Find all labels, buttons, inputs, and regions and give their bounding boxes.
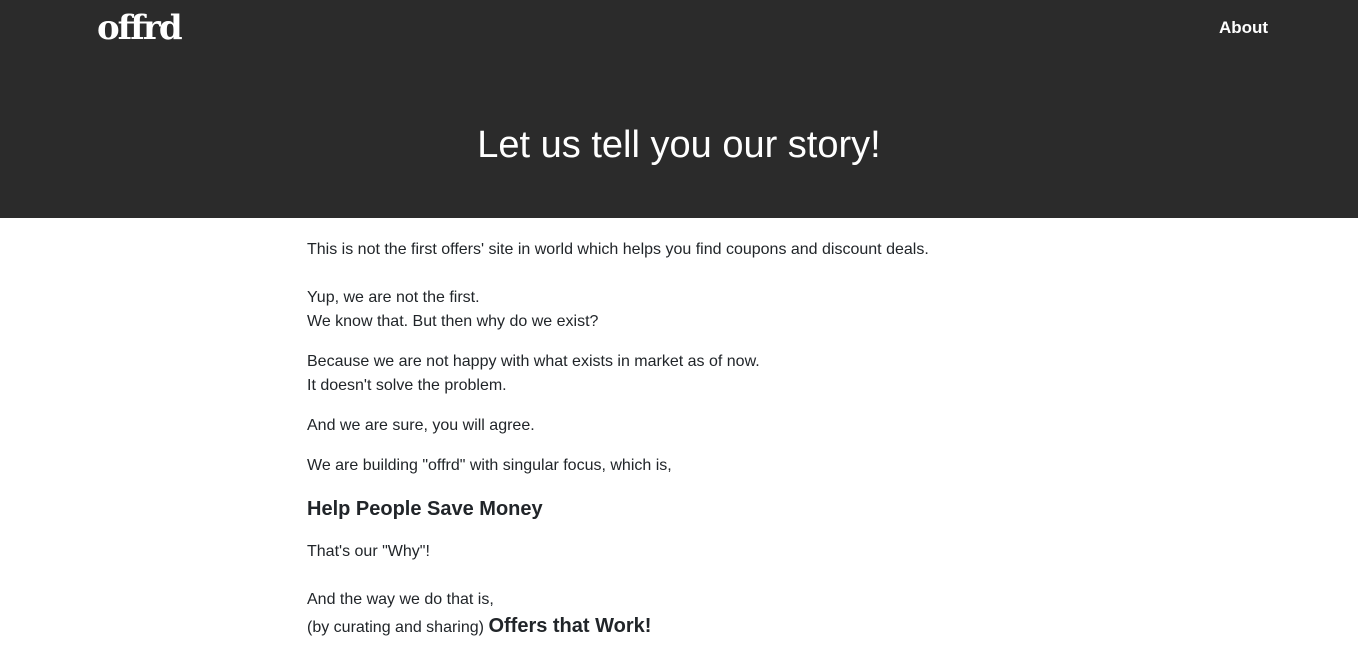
focus-paragraph: We are building "offrd" with singular fo… — [307, 457, 672, 474]
mission-heading: Help People Save Money — [307, 498, 543, 520]
intro-paragraph: This is not the first offers' site in wo… — [307, 241, 929, 258]
site-logo[interactable]: offrd — [97, 6, 183, 50]
site-header: offrd About Let us tell you our story! — [0, 0, 1358, 218]
nav-link-about[interactable]: About — [1219, 17, 1268, 39]
not-happy-line-1: Because we are not happy with what exist… — [307, 353, 760, 370]
offers-prefix: (by curating and sharing) — [307, 619, 484, 636]
why-paragraph: That's our "Why"! — [307, 543, 430, 560]
not-first-line-1: Yup, we are not the first. — [307, 289, 480, 306]
way-paragraph: And the way we do that is, — [307, 591, 494, 608]
not-happy-line-2: It doesn't solve the problem. — [307, 377, 507, 394]
agree-paragraph: And we are sure, you will agree. — [307, 417, 535, 434]
not-first-paragraph: Yup, we are not the first. We know that.… — [307, 286, 598, 334]
hero-title: Let us tell you our story! — [477, 124, 881, 166]
not-first-line-2: We know that. But then why do we exist? — [307, 313, 599, 330]
offers-that-work-text: Offers that Work! — [488, 615, 652, 637]
not-happy-paragraph: Because we are not happy with what exist… — [307, 350, 760, 398]
offers-paragraph: (by curating and sharing) Offers that Wo… — [307, 614, 651, 640]
